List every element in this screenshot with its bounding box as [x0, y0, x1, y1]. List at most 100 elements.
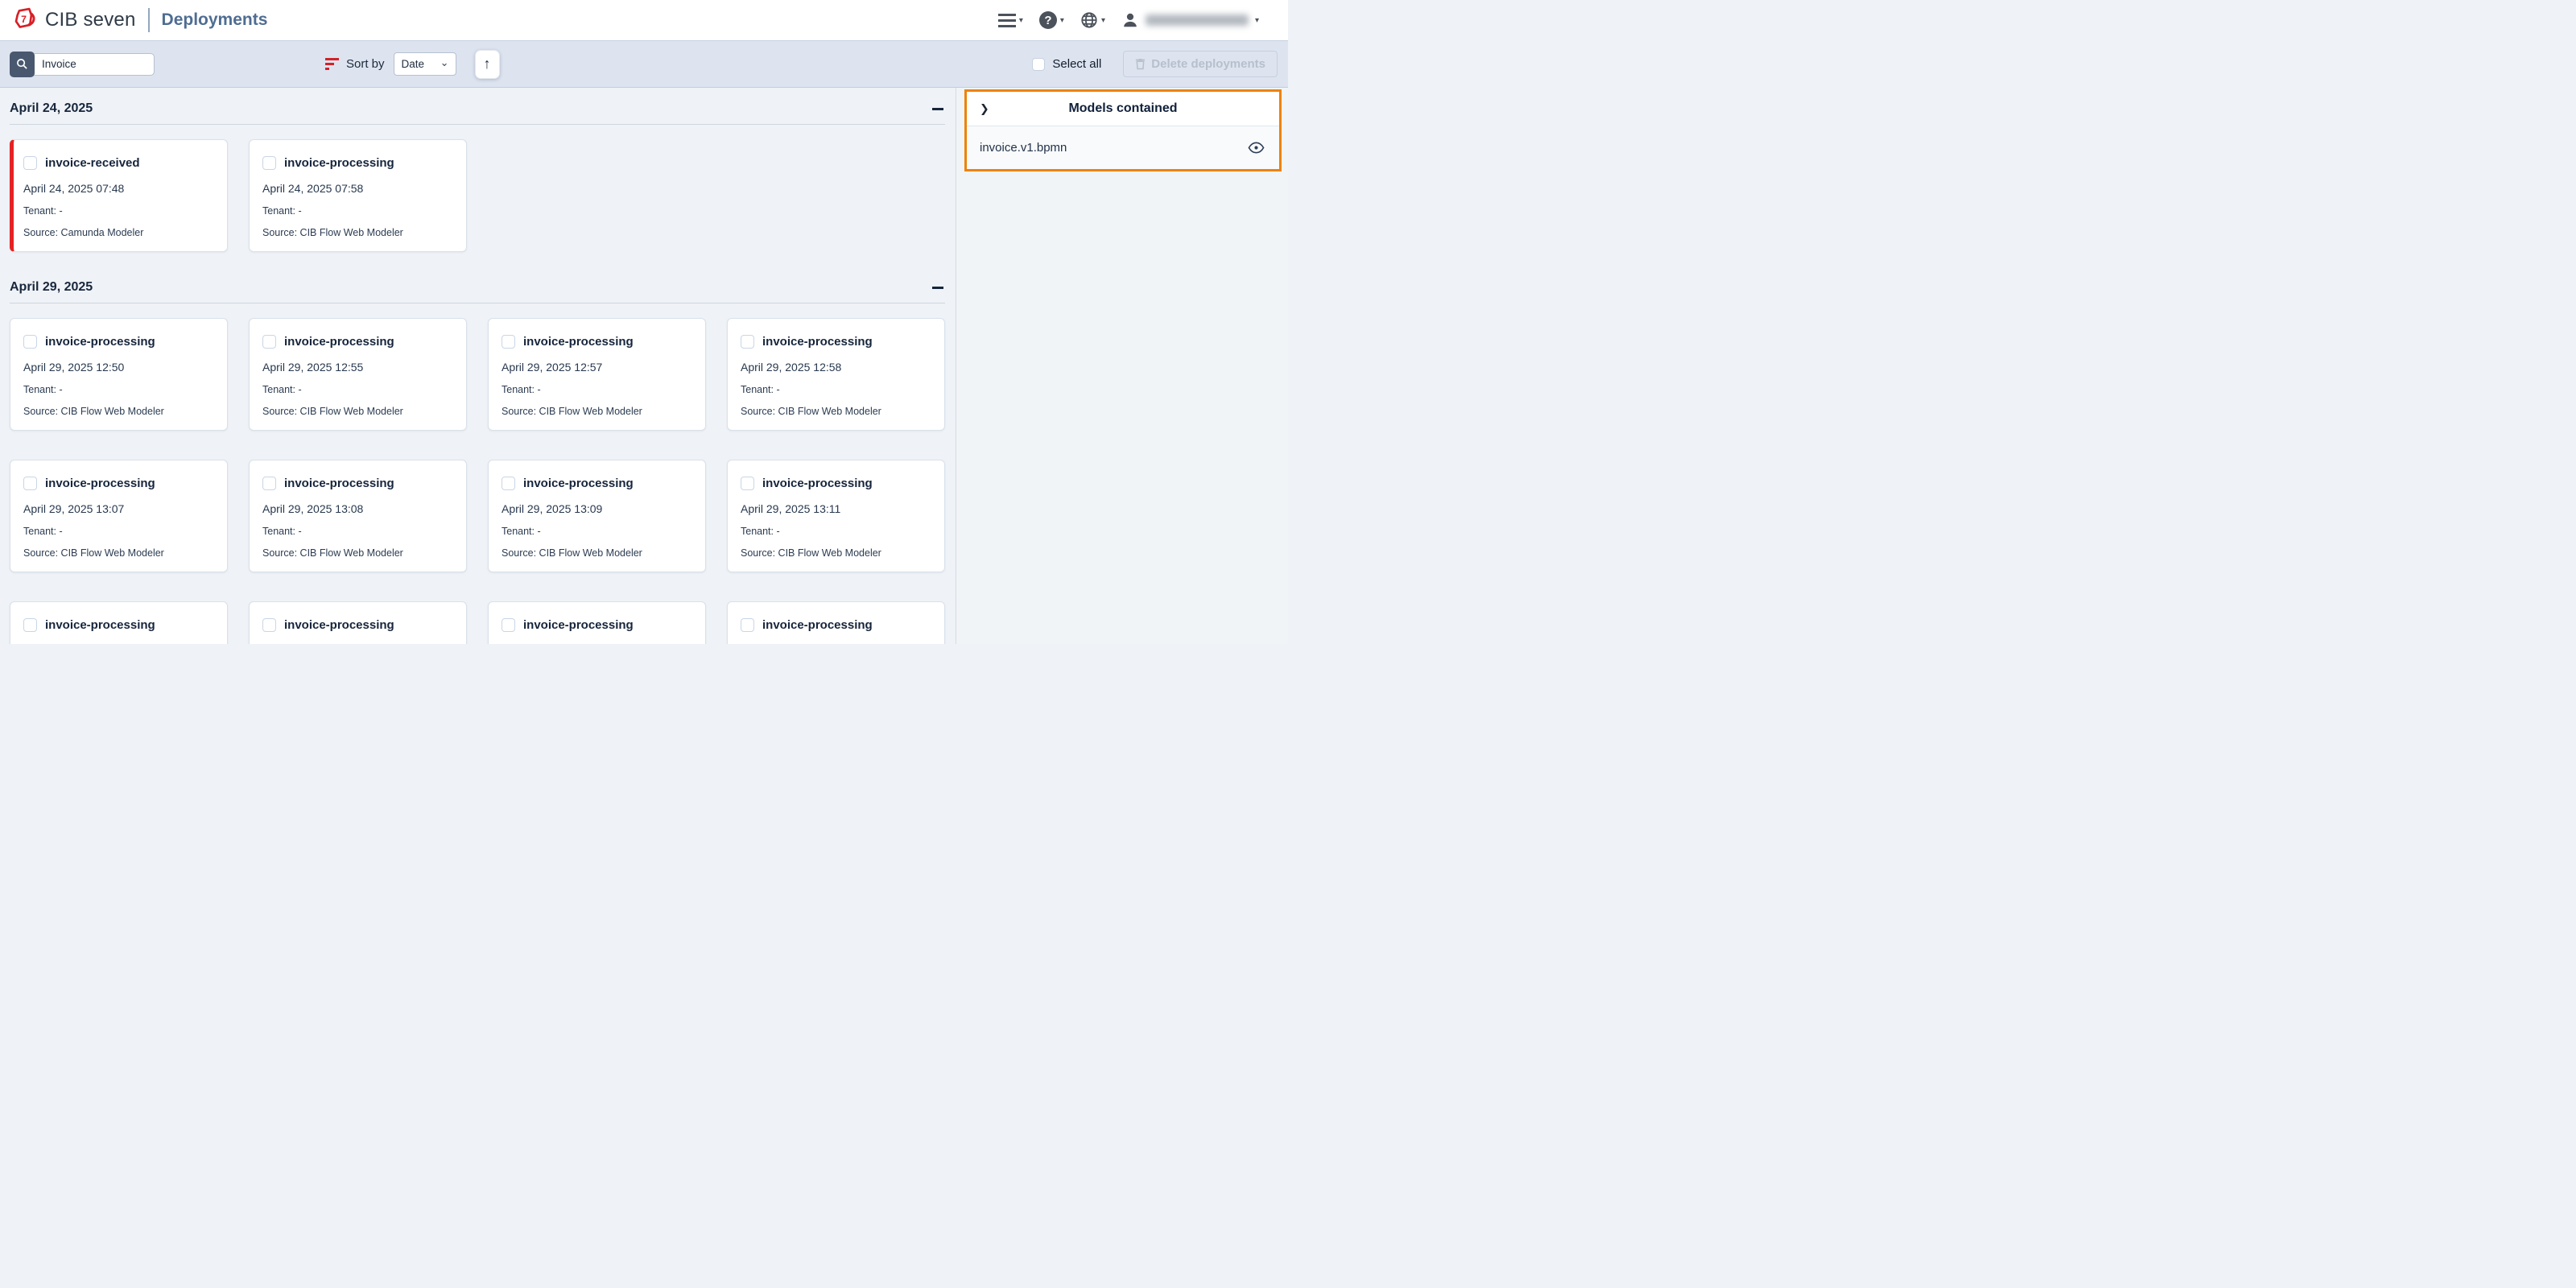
deployment-checkbox[interactable]: [262, 156, 276, 170]
deployment-card-header: invoice-processing: [502, 618, 694, 632]
deployment-title: invoice-processing: [45, 335, 155, 349]
deployment-card: invoice-processingApril 29, 2025 12:58Te…: [727, 318, 945, 431]
user-name-blurred: [1146, 14, 1249, 26]
deployment-card: invoice-processing April 29, 2025 12:55 Te…: [249, 318, 467, 431]
deployment-source: Source: CIB Flow Web Modeler: [741, 547, 933, 559]
cib-seven-logo-icon: 7: [13, 6, 37, 35]
deployment-tenant: Tenant: -: [23, 205, 216, 217]
hamburger-icon: [998, 14, 1016, 27]
deployment-checkbox[interactable]: [23, 477, 37, 490]
date-section: April 24, 2025 invoice-receivedApril 24,…: [10, 88, 945, 252]
deployment-timestamp: April 24, 2025 07:58: [262, 182, 455, 195]
language-menu-button[interactable]: ▾: [1075, 8, 1110, 32]
deployment-card: invoice-processing: [488, 601, 706, 644]
select-all-label: Select all: [1052, 57, 1101, 71]
user-icon: [1121, 11, 1139, 29]
deployment-card-header: invoice-processing: [741, 335, 933, 349]
date-section: April 29, 2025 invoice-processingApril 2…: [10, 252, 945, 644]
cards-grid: invoice-receivedApril 24, 2025 07:48Tena…: [10, 139, 945, 252]
sort-field-select[interactable]: Date ⌄: [394, 52, 456, 76]
brand: 7 CIB seven Deployments: [13, 6, 267, 35]
select-all-checkbox[interactable]: [1032, 58, 1045, 71]
deployment-checkbox[interactable]: [502, 618, 515, 632]
page-title: Deployments: [162, 10, 268, 30]
deployment-tenant: Tenant: -: [502, 526, 694, 537]
deployment-card: invoice-processingApril 29, 2025 12:50Te…: [10, 318, 228, 431]
minus-icon: [932, 108, 943, 110]
deployment-checkbox[interactable]: [262, 618, 276, 632]
chevron-down-icon: ▾: [1255, 16, 1259, 25]
arrow-up-icon: ↑: [484, 56, 491, 72]
deployment-card-header: invoice-processing: [502, 477, 694, 490]
deployment-title: invoice-processing: [45, 477, 155, 490]
deployments-list: April 24, 2025 invoice-receivedApril 24,…: [0, 88, 956, 644]
deployment-title: invoice-processing: [523, 335, 634, 349]
search-button[interactable]: [10, 52, 35, 77]
delete-deployments-button[interactable]: Delete deployments: [1123, 51, 1278, 77]
brand-name: CIB seven: [45, 9, 136, 31]
deployment-title: invoice-processing: [762, 618, 873, 632]
chevron-down-icon: ▾: [1060, 16, 1064, 25]
deployment-card-header: invoice-processing: [262, 477, 455, 490]
deployment-tenant: Tenant: -: [23, 526, 216, 537]
deployment-tenant: Tenant: -: [262, 384, 455, 395]
deployment-checkbox[interactable]: [23, 335, 37, 349]
trash-icon: [1135, 58, 1146, 70]
deployment-title: invoice-processing: [523, 618, 634, 632]
collapse-section-button[interactable]: [931, 282, 945, 294]
deployment-checkbox[interactable]: [23, 618, 37, 632]
deployment-source: Source: CIB Flow Web Modeler: [262, 547, 455, 559]
deployment-card-header: invoice-processing: [502, 335, 694, 349]
chevron-down-icon: ▾: [1101, 16, 1105, 25]
deployment-checkbox[interactable]: [741, 335, 754, 349]
deployment-timestamp: April 29, 2025 12:57: [502, 361, 694, 374]
deployment-card: invoice-receivedApril 24, 2025 07:48Tena…: [10, 139, 228, 252]
toolbar-right: Select all Delete deployments: [1032, 51, 1278, 77]
model-row: invoice.v1.bpmn: [967, 126, 1279, 169]
models-panel-title: Models contained: [967, 92, 1279, 126]
deployment-tenant: Tenant: -: [262, 205, 455, 217]
deployment-card-header: invoice-processing: [262, 335, 455, 349]
deployment-card-header: invoice-received: [23, 156, 216, 170]
date-section-title: April 24, 2025: [10, 101, 93, 116]
search-input[interactable]: [31, 53, 155, 76]
deployment-title: invoice-processing: [284, 156, 394, 170]
user-menu-button[interactable]: ▾: [1117, 8, 1264, 32]
deployment-card: invoice-processing: [249, 601, 467, 644]
cards-grid: invoice-processingApril 29, 2025 12:50Te…: [10, 318, 945, 644]
deployment-source: Source: CIB Flow Web Modeler: [741, 406, 933, 417]
deployment-tenant: Tenant: -: [23, 384, 216, 395]
deployment-checkbox[interactable]: [262, 335, 276, 349]
deployment-checkbox[interactable]: [23, 156, 37, 170]
chevron-right-icon[interactable]: ❯: [980, 102, 989, 116]
view-model-button[interactable]: [1246, 140, 1266, 155]
deployment-checkbox[interactable]: [741, 477, 754, 490]
deployment-card: invoice-processing April 24, 2025 07:58 Te…: [249, 139, 467, 252]
deployment-card: invoice-processingApril 29, 2025 13:08Te…: [249, 460, 467, 572]
deployment-source: Source: CIB Flow Web Modeler: [262, 406, 455, 417]
deployment-card-header: invoice-processing: [23, 618, 216, 632]
deployment-source: Source: CIB Flow Web Modeler: [23, 406, 216, 417]
deployment-checkbox[interactable]: [741, 618, 754, 632]
deployment-tenant: Tenant: -: [741, 384, 933, 395]
deployment-timestamp: April 29, 2025 13:09: [502, 502, 694, 515]
help-menu-button[interactable]: ? ▾: [1034, 8, 1069, 32]
sort-direction-button[interactable]: ↑: [475, 50, 500, 79]
deployment-tenant: Tenant: -: [741, 526, 933, 537]
deployment-checkbox[interactable]: [502, 335, 515, 349]
collapse-section-button[interactable]: [931, 103, 945, 115]
deployment-card: invoice-processing: [727, 601, 945, 644]
deployment-card: invoice-processing April 29, 2025 13:09 Te…: [488, 460, 706, 572]
deployment-title: invoice-processing: [762, 477, 873, 490]
deployment-timestamp: April 29, 2025 12:55: [262, 361, 455, 374]
deployment-title: invoice-processing: [284, 477, 394, 490]
svg-text:7: 7: [21, 13, 27, 24]
models-panel-header: ❯ Models contained: [967, 92, 1279, 126]
deployment-checkbox[interactable]: [502, 477, 515, 490]
header-actions: ▾ ? ▾ ▾: [993, 8, 1264, 32]
section-divider: [10, 124, 945, 125]
main-menu-button[interactable]: ▾: [993, 10, 1028, 31]
deployment-source: Source: Camunda Modeler: [23, 227, 216, 238]
deployment-checkbox[interactable]: [262, 477, 276, 490]
details-sidebar: ❯ Models contained invoice.v1.bpmn: [956, 88, 1288, 644]
